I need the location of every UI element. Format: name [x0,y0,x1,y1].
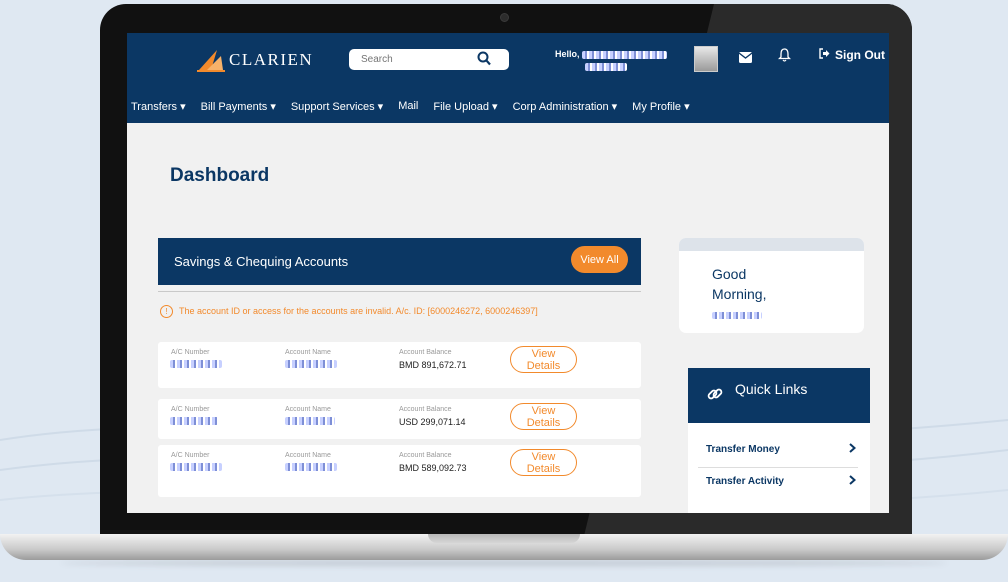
search-input[interactable] [349,53,483,66]
acct-number-label: A/C Number [171,452,210,459]
redacted-greeting-name [712,311,762,319]
acct-balance-label: Account Balance [399,452,452,459]
greeting-user: Hello, [555,48,683,72]
page-title: Dashboard [170,165,270,186]
menu-label: Support Services [290,101,375,113]
search-box[interactable] [349,49,509,70]
greeting-text: Good Morning, [712,264,832,324]
greeting-line2: Morning, [712,286,767,302]
quick-link-transfer-activity[interactable]: Transfer Activity [706,469,857,493]
mail-icon[interactable] [738,50,753,68]
link-icon [706,385,724,406]
menu-label: Mail [398,100,419,112]
brand-logo[interactable]: CLARIEN [197,48,313,72]
redacted-username [582,50,668,59]
menu-label: My Profile [632,101,682,113]
acct-number-label: A/C Number [171,406,210,413]
sign-out-icon [819,48,830,62]
quick-links-title: Quick Links [735,381,808,397]
greeting-line1: Good [712,266,747,282]
view-details-button[interactable]: View Details [510,346,577,373]
laptop-shadow [60,560,948,566]
menu-label: Corp Administration [512,101,609,113]
account-row: A/C Number Account Name Account Balance … [158,445,641,497]
acct-number-label: A/C Number [171,349,210,356]
acct-name-label: Account Name [285,349,331,356]
quick-link-label: Transfer Activity [706,475,784,487]
greeting-card-header [679,238,864,251]
quick-links-header: Quick Links [688,368,870,423]
menu-label: Bill Payments [200,101,268,113]
warning-icon: ! [160,305,173,319]
sign-out-button[interactable]: Sign Out [819,48,885,62]
redacted-acct-number [170,360,222,368]
quick-link-label: Transfer Money [706,443,780,455]
redacted-acct-name [285,360,337,368]
search-icon[interactable] [477,51,491,72]
view-details-button[interactable]: View Details [510,403,577,430]
redacted-acct-name [285,417,335,425]
chevron-right-icon [849,474,857,488]
menu-support-services[interactable]: Support Services ▾ [291,100,383,113]
menu-label: Transfers [131,101,178,113]
view-all-button[interactable]: View All [571,246,628,273]
acct-name-label: Account Name [285,452,331,459]
acct-name-label: Account Name [285,406,331,413]
menu-file-upload[interactable]: File Upload ▾ [433,100,497,113]
menu-corp-administration[interactable]: Corp Administration ▾ [513,100,618,113]
menu-my-profile[interactable]: My Profile ▾ [632,100,689,113]
brand-name: CLARIEN [229,50,314,69]
account-row: A/C Number Account Name Account Balance … [158,342,641,388]
acct-balance: USD 299,071.14 [399,417,466,427]
savings-title: Savings & Chequing Accounts [174,254,349,269]
greeting-card: Good Morning, [679,238,864,333]
top-navbar: CLARIEN Hello, Sign Out Transfer [127,33,889,123]
divider [698,467,858,468]
chevron-right-icon [849,442,857,456]
bell-icon[interactable] [777,48,792,67]
divider [158,291,641,292]
app-screen: CLARIEN Hello, Sign Out Transfer [127,33,889,513]
redacted-acct-name [285,463,337,471]
menu-label: File Upload [433,101,489,113]
clarien-logo-icon [197,48,225,72]
camera [500,13,509,22]
menu-bill-payments[interactable]: Bill Payments ▾ [201,100,276,113]
main-menu: Transfers ▾ Bill Payments ▾ Support Serv… [127,100,705,113]
warning-message: ! The account ID or access for the accoun… [160,305,540,319]
menu-mail[interactable]: Mail [398,100,418,113]
acct-balance-label: Account Balance [399,406,452,413]
account-row: A/C Number Account Name Account Balance … [158,399,641,439]
redacted-acct-number [170,417,218,425]
laptop-notch [428,534,580,543]
warning-text: The account ID or access for the account… [179,306,538,316]
redacted-username-2 [585,62,627,71]
acct-balance: BMD 891,672.71 [399,360,467,370]
quick-link-transfer-money[interactable]: Transfer Money [706,437,857,461]
avatar[interactable] [694,46,718,72]
quick-links-panel: Quick Links Transfer Money Transfer Acti… [688,368,870,513]
sign-out-label: Sign Out [835,48,885,62]
redacted-acct-number [170,463,222,471]
acct-balance-label: Account Balance [399,349,452,356]
hello-label: Hello, [555,49,580,59]
menu-transfers[interactable]: Transfers ▾ [131,100,186,113]
savings-header: Savings & Chequing Accounts View All [158,238,641,285]
view-details-button[interactable]: View Details [510,449,577,476]
acct-balance: BMD 589,092.73 [399,463,467,473]
